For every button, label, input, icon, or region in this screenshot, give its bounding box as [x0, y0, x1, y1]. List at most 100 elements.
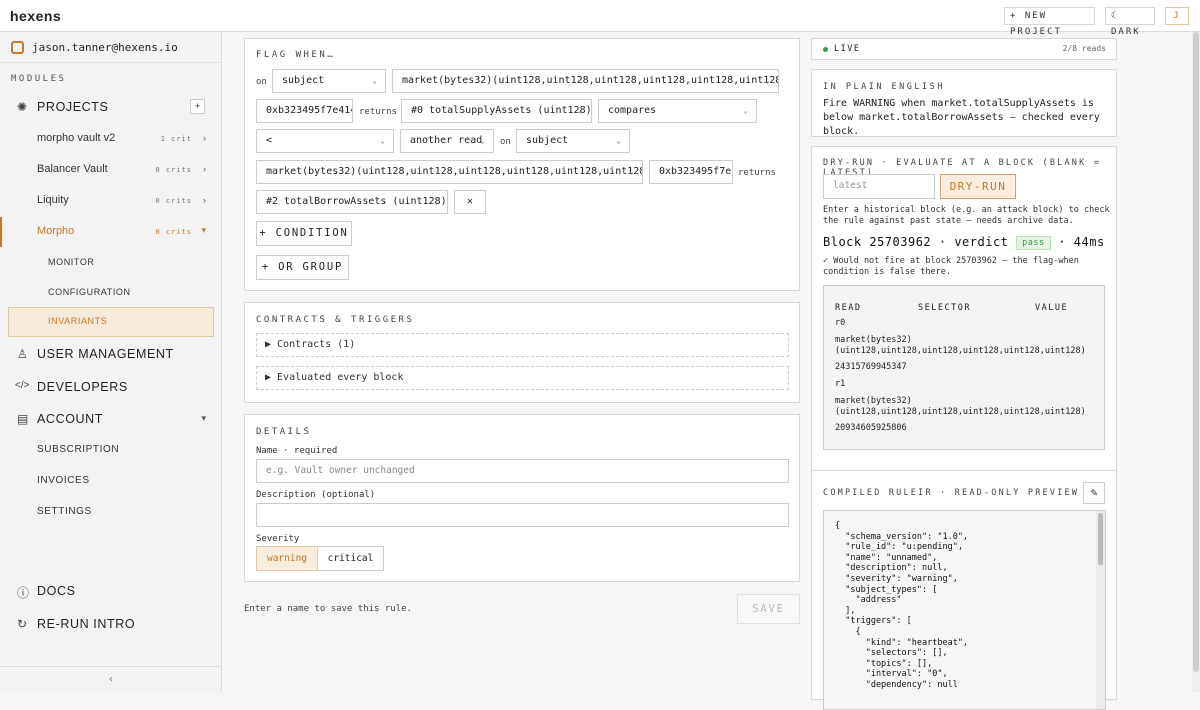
nav-user-management[interactable]: ♙ USER MANAGEMENT: [0, 345, 222, 365]
subject-select[interactable]: subject ⌄: [272, 69, 386, 93]
save-button[interactable]: SAVE: [737, 594, 800, 624]
description-label: Description (optional): [256, 490, 376, 500]
sidebar: jason.tanner@hexens.io MODULES ✺ PROJECT…: [0, 32, 222, 692]
plain-english-text: Fire WARNING when market.totalSupplyAsse…: [823, 98, 1100, 137]
section-title: COMPILED RULEIR · READ-ONLY PREVIEW: [823, 488, 1080, 498]
dry-run-button[interactable]: DRY-RUN: [940, 174, 1016, 199]
contracts-accordion[interactable]: ▶ Contracts (1): [256, 333, 789, 357]
close-icon: ✕: [466, 196, 474, 207]
ruleir-code: { "schema_version": "1.0", "rule_id": "u…: [835, 521, 969, 690]
nav-settings[interactable]: SETTINGS: [0, 504, 222, 522]
edit-icon[interactable]: ✎: [1083, 482, 1105, 504]
description-input[interactable]: [256, 503, 789, 527]
project-item-active[interactable]: Morpho 0 crits ▾: [0, 217, 222, 247]
org-logo-icon: [11, 41, 24, 54]
live-label: LIVE: [834, 44, 861, 54]
project-name: morpho vault v2: [37, 132, 116, 144]
save-hint: Enter a name to save this rule.: [244, 604, 412, 614]
chevron-down-icon: ⌄: [434, 197, 439, 206]
nav-docs[interactable]: ⓘ DOCS: [0, 582, 222, 602]
crit-count: 1 crit: [160, 135, 192, 143]
severity-critical-option[interactable]: critical: [317, 546, 384, 571]
page-scrollbar[interactable]: [1192, 32, 1200, 692]
page-scrollbar-thumb[interactable]: [1193, 32, 1199, 672]
chevron-down-icon: ⌄: [372, 76, 377, 85]
nav-label: SUBSCRIPTION: [37, 444, 120, 455]
nav-developers[interactable]: </> DEVELOPERS: [0, 378, 222, 398]
project-item[interactable]: Balancer Vault 0 crits ›: [0, 161, 222, 181]
code-icon: </>: [15, 380, 30, 391]
selector-select[interactable]: market(bytes32)(uint128,uint128,uint128,…: [392, 69, 779, 93]
project-item[interactable]: Liquity 0 crits ›: [0, 192, 222, 212]
reads-counter: 2/8 reads: [1062, 44, 1106, 53]
compare-select[interactable]: compares ⌄: [598, 99, 757, 123]
severity-warning-option[interactable]: warning: [256, 546, 318, 571]
selector-select-2[interactable]: market(bytes32)(uint128,uint128,uint128,…: [256, 160, 643, 184]
projects-icon: ✺: [17, 100, 28, 114]
select-value: market(bytes32)(uint128,uint128,uint128,…: [266, 166, 643, 177]
project-name: Liquity: [37, 194, 69, 206]
nav-rerun-intro[interactable]: ↻ RE-RUN INTRO: [0, 615, 222, 635]
operator-select[interactable]: < ⌄: [256, 129, 394, 153]
collapse-sidebar-button[interactable]: ‹: [0, 666, 222, 692]
verdict-time: · 44ms: [1058, 235, 1105, 249]
crit-count: 0 crits: [155, 197, 192, 205]
logo: hexens: [10, 8, 62, 24]
chevron-down-icon: ▾: [201, 225, 206, 235]
returns-label: returns: [359, 107, 397, 117]
select-value: subject: [526, 135, 569, 146]
user-avatar-button[interactable]: J: [1165, 7, 1189, 25]
add-or-group-button[interactable]: + OR GROUP: [256, 255, 349, 280]
chevron-right-icon: ›: [203, 164, 206, 174]
new-project-button[interactable]: + NEW PROJECT: [1004, 7, 1095, 37]
nav-subscription[interactable]: SUBSCRIPTION: [0, 442, 222, 460]
nav-label: INVOICES: [37, 475, 90, 486]
scrollbar-thumb[interactable]: [1098, 513, 1103, 565]
subject-select-2[interactable]: subject ⌄: [516, 129, 630, 153]
add-condition-button[interactable]: + CONDITION: [256, 221, 352, 246]
nav-label: DEVELOPERS: [37, 380, 128, 394]
triggers-accordion[interactable]: ▶ Evaluated every block: [256, 366, 789, 390]
return-field-select-2[interactable]: #2 totalBorrowAssets (uint128) ⌄: [256, 190, 448, 214]
chevron-right-icon: ›: [203, 195, 206, 205]
chevron-down-icon: ⌄: [578, 106, 583, 115]
project-item[interactable]: morpho vault v2 1 crit ›: [0, 130, 222, 150]
nav-projects[interactable]: ✺ PROJECTS +: [0, 98, 222, 120]
chevron-down-icon: ▾: [201, 413, 206, 423]
subnav-configuration[interactable]: CONFIGURATION: [0, 284, 222, 302]
code-scrollbar[interactable]: [1096, 511, 1105, 709]
nav-label: RE-RUN INTRO: [37, 617, 136, 631]
name-label: Name · required: [256, 446, 338, 456]
operand-type-select[interactable]: another read ⌄: [400, 129, 494, 153]
return-field-select[interactable]: #0 totalSupplyAssets (uint128) ⌄: [401, 99, 592, 123]
section-title: DETAILS: [256, 427, 312, 437]
block-input[interactable]: latest: [823, 174, 935, 199]
chevron-down-icon: ⌄: [765, 76, 770, 85]
subnav-monitor[interactable]: MONITOR: [0, 254, 222, 272]
project-name: Morpho: [37, 225, 75, 237]
select-value: market(bytes32)(uint128,uint128,uint128,…: [402, 75, 779, 86]
select-value: compares: [608, 105, 657, 116]
ruleir-code-viewer[interactable]: { "schema_version": "1.0", "rule_id": "u…: [823, 510, 1106, 710]
address-input[interactable]: 0xb323495f7e414: [256, 99, 353, 123]
live-status-bar: LIVE 2/8 reads: [811, 38, 1117, 60]
user-row[interactable]: jason.tanner@hexens.io: [0, 32, 222, 63]
subnav-label: INVARIANTS: [48, 316, 108, 326]
nav-invoices[interactable]: INVOICES: [0, 473, 222, 491]
flag-when-card: FLAG WHEN… on subject ⌄ market(bytes32)(u…: [244, 38, 800, 291]
placeholder: e.g. Vault owner unchanged: [266, 465, 415, 476]
nav-account[interactable]: ▤ ACCOUNT ▾: [0, 410, 222, 430]
input-value: 0xb323495f7e414: [266, 105, 353, 116]
reads-table: READ SELECTOR VALUE r0 market(bytes32)(u…: [823, 285, 1105, 450]
on-label: on: [500, 137, 511, 147]
selector-cell: market(bytes32)(uint128,uint128,uint128,…: [835, 396, 1086, 417]
add-project-button[interactable]: +: [190, 99, 205, 114]
address-input-2[interactable]: 0xb323495f7e: [649, 160, 733, 184]
name-input[interactable]: e.g. Vault owner unchanged: [256, 459, 789, 483]
subnav-invariants-active[interactable]: INVARIANTS: [8, 307, 214, 337]
remove-condition-button[interactable]: ✕: [454, 190, 486, 214]
main-area: FLAG WHEN… on subject ⌄ market(bytes32)(u…: [222, 32, 1200, 710]
theme-toggle-button[interactable]: ☾ DARK: [1105, 7, 1155, 37]
compiled-ruleir-card: COMPILED RULEIR · READ-ONLY PREVIEW ✎ { …: [811, 470, 1117, 710]
select-value: subject: [282, 75, 325, 86]
